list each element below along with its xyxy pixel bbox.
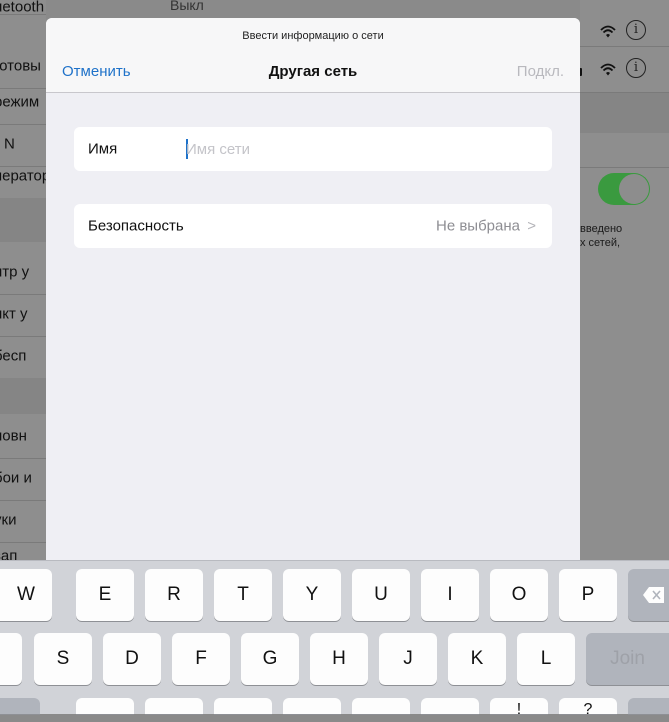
bg-row-label: ператор: [0, 167, 46, 185]
bg-row-label: бои и: [0, 469, 32, 487]
bg-row-label: нкт у: [0, 305, 28, 323]
bg-note-line: х сетей,: [580, 237, 621, 249]
other-network-sheet: Ввести информацию о сети Отменить Другая…: [46, 18, 580, 578]
security-cell[interactable]: Безопасность Не выбрана >: [74, 204, 552, 248]
bg-row-label: uetooth: [0, 0, 45, 15]
bg-section-gap: [0, 378, 46, 414]
key-i[interactable]: I: [421, 569, 479, 621]
bg-wifi-row: [580, 0, 669, 47]
bg-section-gap: [580, 93, 669, 133]
sheet-title: Другая сеть: [268, 63, 358, 80]
key-x[interactable]: [145, 698, 203, 714]
bg-row: [580, 133, 669, 168]
connect-button[interactable]: Подкл.: [517, 63, 564, 80]
bg-section-gap: [0, 198, 46, 242]
key-t[interactable]: T: [214, 569, 272, 621]
key-exclamation[interactable]: !: [490, 698, 548, 718]
key-r[interactable]: R: [145, 569, 203, 621]
bg-row-label: N: [4, 135, 15, 153]
backspace-icon: [643, 587, 664, 603]
key-e[interactable]: E: [76, 569, 134, 621]
shift-key-right[interactable]: [628, 698, 669, 714]
bg-bluetooth-value: Выкл: [170, 0, 204, 13]
key-s[interactable]: S: [34, 633, 92, 685]
bg-row-label: режим: [0, 93, 40, 111]
bg-row: нкт у: [0, 292, 46, 337]
network-name-cell[interactable]: Имя: [74, 127, 552, 171]
key-v[interactable]: [283, 698, 341, 714]
sheet-prompt: Ввести информацию о сети: [242, 30, 384, 42]
wifi-icon: [600, 63, 616, 76]
toggle-knob: [619, 174, 649, 204]
security-value: Не выбрана: [436, 217, 520, 235]
info-icon: i: [626, 20, 646, 40]
key-o[interactable]: O: [490, 569, 548, 621]
wifi-icon: [600, 25, 616, 38]
bg-row-label: готовы: [0, 57, 41, 75]
key-z[interactable]: [76, 698, 134, 714]
bg-row: нтр у: [0, 250, 46, 295]
ask-to-join-toggle: [598, 173, 650, 205]
chevron-right-icon: >: [527, 217, 536, 235]
key-k[interactable]: K: [448, 633, 506, 685]
bg-note-line: введено: [580, 223, 623, 235]
join-key[interactable]: Join: [586, 633, 669, 685]
key-y[interactable]: Y: [283, 569, 341, 621]
backspace-key[interactable]: [628, 569, 669, 621]
key-l[interactable]: L: [517, 633, 575, 685]
key-d[interactable]: D: [103, 633, 161, 685]
bg-row: уки: [0, 498, 46, 543]
bg-row: новн: [0, 414, 46, 459]
bg-row: бесп: [0, 334, 46, 379]
navigation-bar: Ввести информацию о сети Отменить Другая…: [46, 18, 580, 93]
bg-row-label: бесп: [0, 347, 27, 365]
bg-row-label: нтр у: [0, 263, 30, 281]
key-n[interactable]: [421, 698, 479, 714]
key-w[interactable]: W: [0, 569, 52, 621]
shift-key[interactable]: [0, 698, 40, 714]
key-g[interactable]: G: [241, 633, 299, 685]
bg-wifi-row: [580, 46, 669, 93]
key-f[interactable]: F: [172, 633, 230, 685]
bg-row-bluetooth: uetooth: [0, 0, 46, 15]
security-label: Безопасность: [88, 217, 184, 235]
bg-row: ператор: [0, 154, 46, 199]
key-a[interactable]: [0, 633, 22, 685]
network-name-input[interactable]: [186, 136, 526, 162]
bg-row-label: уки: [0, 511, 17, 529]
info-icon: i: [626, 58, 646, 78]
key-question[interactable]: ?: [559, 698, 617, 718]
key-h[interactable]: H: [310, 633, 368, 685]
bg-row: режим: [0, 80, 46, 125]
bg-row-label: новн: [0, 427, 27, 445]
on-screen-keyboard: W E R T Y U I O P S D F G H J K L Join !…: [0, 560, 669, 718]
key-p[interactable]: P: [559, 569, 617, 621]
bg-note: введено х сетей,: [580, 222, 622, 250]
name-label: Имя: [88, 140, 118, 158]
bg-row: бои и: [0, 456, 46, 501]
key-c[interactable]: [214, 698, 272, 714]
key-u[interactable]: U: [352, 569, 410, 621]
key-j[interactable]: J: [379, 633, 437, 685]
key-b[interactable]: [352, 698, 410, 714]
